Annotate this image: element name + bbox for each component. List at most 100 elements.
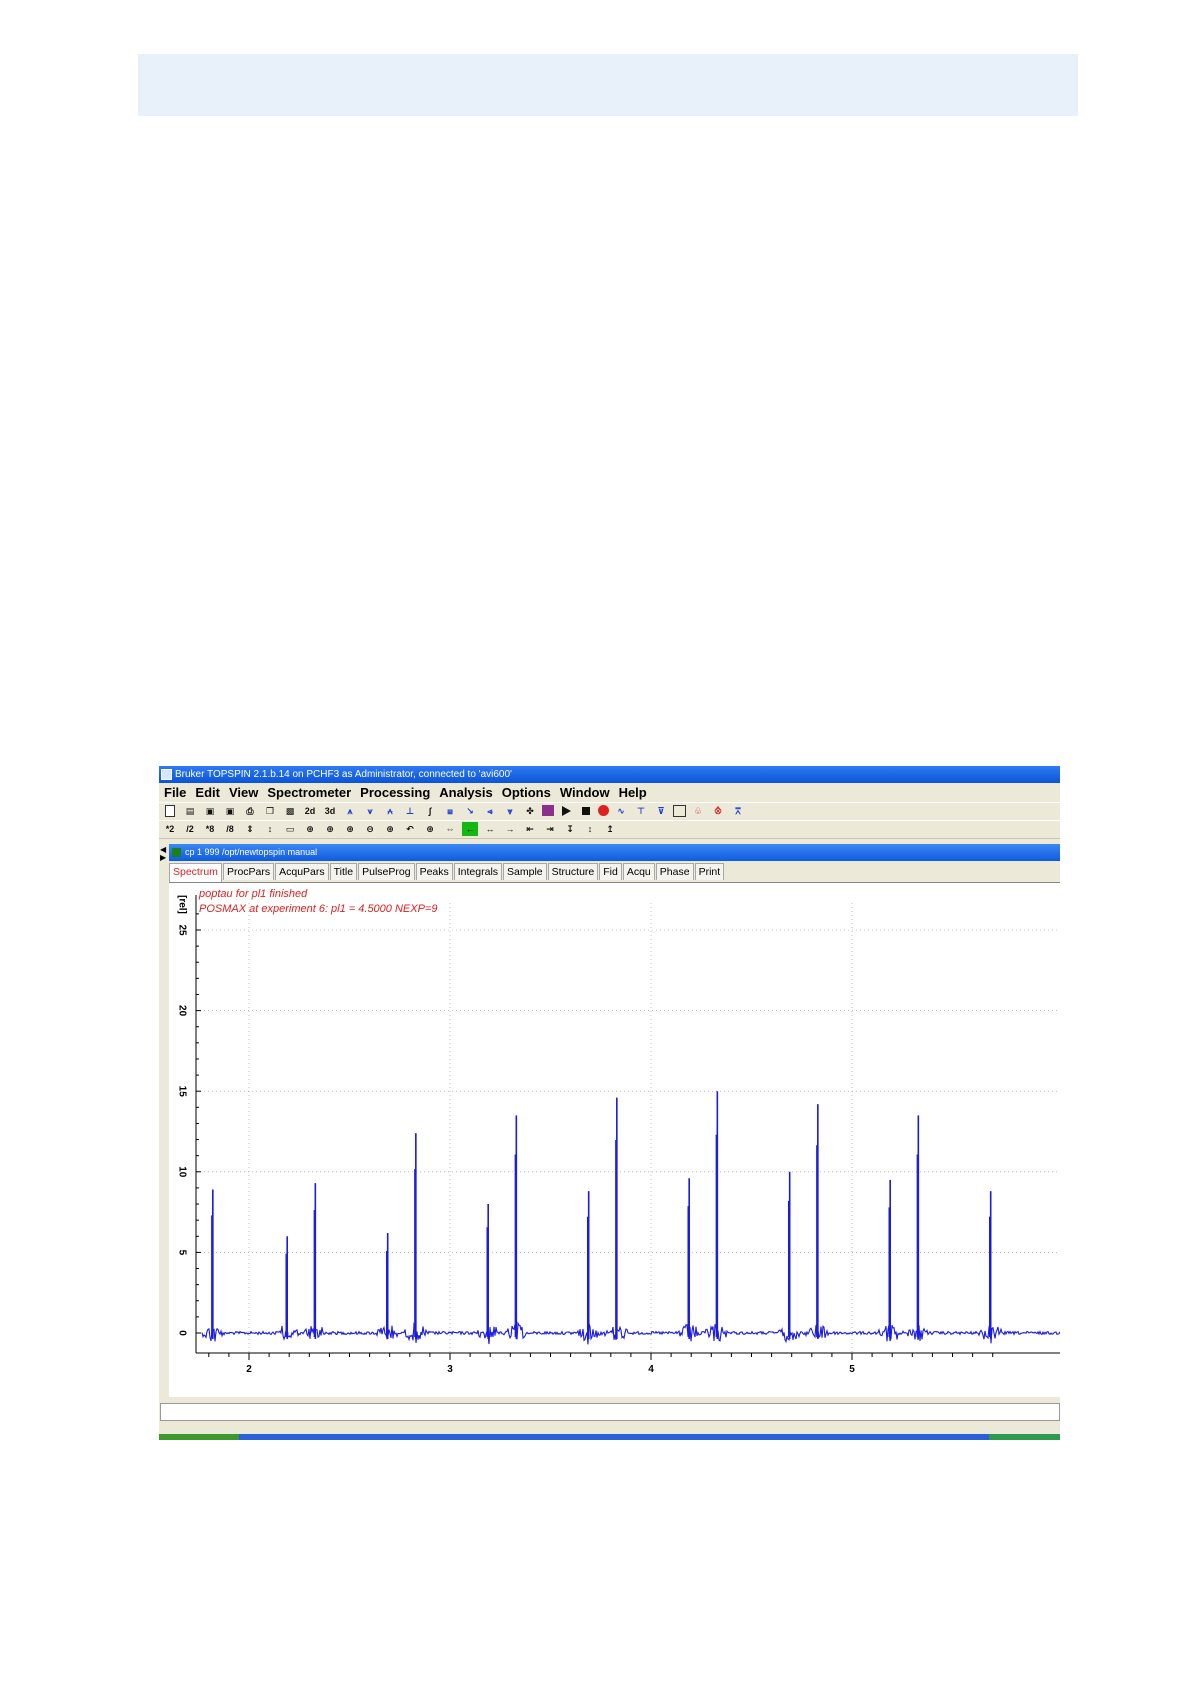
peak-overlay-icon[interactable]: ⩔ — [502, 804, 518, 818]
3d-button[interactable]: 3d — [322, 804, 338, 818]
calibrate-icon[interactable]: ⩜ — [382, 804, 398, 818]
display-tool-6-icon[interactable]: ↕ — [262, 822, 278, 836]
tab-phase[interactable]: Phase — [655, 863, 694, 880]
status-bar — [160, 1403, 1060, 1421]
display-tool-12-icon[interactable]: ⊕ — [382, 822, 398, 836]
display-tool-13-icon[interactable]: ↶ — [402, 822, 418, 836]
tab-structure[interactable]: Structure — [547, 863, 599, 880]
display-tool-21-icon[interactable]: ↧ — [562, 822, 578, 836]
copy-icon[interactable]: ❐ — [262, 804, 278, 818]
display-tool-4-icon[interactable]: /8 — [222, 822, 238, 836]
y-tick-label: 0 — [176, 1330, 187, 1336]
tab-acqu[interactable]: Acqu — [622, 863, 655, 880]
export-icon[interactable]: ▩ — [282, 804, 298, 818]
temperature-icon[interactable]: ⨶ — [710, 804, 726, 818]
display-tool-22-icon[interactable]: ↕ — [582, 822, 598, 836]
save-icon[interactable]: ▣ — [202, 804, 218, 818]
display-tool-23-icon[interactable]: ↥ — [602, 822, 618, 836]
taskbar-strip — [159, 1434, 1060, 1440]
peak-pick-icon[interactable]: ⊥ — [402, 804, 418, 818]
print-icon[interactable]: ⎙ — [242, 804, 258, 818]
display-tool-20-icon[interactable]: ⇥ — [542, 822, 558, 836]
deconvolution-icon[interactable]: ↘ — [462, 804, 478, 818]
tab-integrals[interactable]: Integrals — [453, 863, 503, 880]
play-icon[interactable] — [562, 806, 571, 816]
display-tool-18-icon[interactable]: → — [502, 822, 518, 836]
multiplet-icon[interactable]: ⩏ — [442, 804, 458, 818]
y-axis-label: [rel] — [176, 895, 187, 914]
integrate-icon[interactable]: ∫ — [422, 804, 438, 818]
tab-peaks[interactable]: Peaks — [415, 863, 453, 880]
display-tool-9-icon[interactable]: ⊕ — [322, 822, 338, 836]
window-icon[interactable] — [673, 805, 686, 817]
menu-file[interactable]: File — [164, 785, 186, 800]
cluster-icon[interactable]: ⩞ — [730, 804, 746, 818]
stop-icon[interactable] — [582, 807, 590, 815]
phase-icon[interactable]: ⩚ — [342, 804, 358, 818]
shim-icon[interactable]: ⊽ — [653, 804, 669, 818]
display-tool-15-icon[interactable]: ⇔ — [442, 822, 458, 836]
display-tool-19-icon[interactable]: ⇤ — [522, 822, 538, 836]
display-tool-5-icon[interactable]: ⇕ — [242, 822, 258, 836]
display-tool-2-icon[interactable]: /2 — [182, 822, 198, 836]
spinner-icon[interactable]: ♧ — [690, 804, 706, 818]
multiple-display-icon[interactable]: ⩹ — [482, 804, 498, 818]
dataset-title: cp 1 999 /opt/newtopspin manual — [185, 847, 318, 857]
menu-spectrometer[interactable]: Spectrometer — [267, 785, 351, 800]
display-tool-7-icon[interactable]: ▭ — [282, 822, 298, 836]
tab-print[interactable]: Print — [694, 863, 725, 880]
menu-view[interactable]: View — [229, 785, 258, 800]
menu-options[interactable]: Options — [502, 785, 551, 800]
y-tick-label: 25 — [176, 924, 187, 936]
open-icon[interactable]: ▤ — [182, 804, 198, 818]
dataset-tabs: Spectrum ProcPars AcquPars Title PulseProg Pe… — [169, 863, 1060, 882]
tab-title[interactable]: Title — [329, 863, 358, 880]
save-as-icon[interactable]: ▣ — [222, 804, 238, 818]
peak-markers — [211, 1091, 992, 1339]
acquisition-icon[interactable] — [542, 805, 554, 816]
tab-spectrum[interactable]: Spectrum — [169, 863, 222, 882]
baseline-icon[interactable]: ⩛ — [362, 804, 378, 818]
tab-procpars[interactable]: ProcPars — [222, 863, 275, 880]
y-axis-ticks: 0 5 10 15 20 25 — [176, 913, 201, 1336]
menu-window[interactable]: Window — [560, 785, 610, 800]
x-tick-label: 2 — [246, 1364, 252, 1375]
display-toolbar: *2/2 *8/8 ⇕ ↕ ▭ ⊕ ⊕ ⊕ ⊖ ⊕ ↶ ⊕ ⇔ ← ↔ → ⇤ ⇥ ↧ ↕ ↥ — [159, 820, 1060, 839]
menu-bar: File Edit View Spectrometer Processing Analys… — [159, 783, 1060, 802]
lock-icon[interactable]: ⊤ — [633, 804, 649, 818]
spectrum-trace — [201, 1321, 1060, 1345]
tab-fid[interactable]: Fid — [599, 863, 622, 880]
window-titlebar[interactable]: Bruker TOPSPIN 2.1.b.14 on PCHF3 as Admi… — [159, 766, 1060, 783]
display-tool-14-icon[interactable]: ⊕ — [422, 822, 438, 836]
panel-collapse-arrows-icon[interactable]: ◀ ▶ — [160, 846, 168, 862]
x-tick-label: 3 — [447, 1364, 453, 1375]
y-tick-label: 5 — [176, 1250, 187, 1256]
x-axis-ticks: 2 3 4 5 — [208, 1353, 994, 1375]
display-tool-1-icon[interactable]: *2 — [162, 822, 178, 836]
menu-help[interactable]: Help — [619, 785, 647, 800]
display-tool-16-icon[interactable]: ← — [462, 822, 478, 836]
display-tool-11-icon[interactable]: ⊖ — [362, 822, 378, 836]
display-tool-17-icon[interactable]: ↔ — [482, 822, 498, 836]
spectrum-chart[interactable]: 0 5 10 15 20 25 2 3 4 5 [rel] poptau for pl1 fin… — [169, 883, 1060, 1397]
halt-icon[interactable] — [598, 805, 609, 816]
menu-processing[interactable]: Processing — [360, 785, 430, 800]
fid-icon[interactable]: ∿ — [613, 804, 629, 818]
structure-icon[interactable]: ✤ — [522, 804, 538, 818]
tab-acqupars[interactable]: AcquPars — [275, 863, 329, 880]
x-tick-label: 5 — [849, 1364, 855, 1375]
tab-sample[interactable]: Sample — [503, 863, 547, 880]
display-tool-10-icon[interactable]: ⊕ — [342, 822, 358, 836]
display-tool-8-icon[interactable]: ⊕ — [302, 822, 318, 836]
menu-edit[interactable]: Edit — [195, 785, 220, 800]
dataset-icon — [172, 848, 181, 857]
y-tick-label: 10 — [176, 1166, 187, 1178]
tab-pulseprog[interactable]: PulseProg — [358, 863, 415, 880]
2d-button[interactable]: 2d — [302, 804, 318, 818]
dataset-window-titlebar[interactable]: cp 1 999 /opt/newtopspin manual — [169, 844, 1060, 861]
display-tool-3-icon[interactable]: *8 — [202, 822, 218, 836]
menu-analysis[interactable]: Analysis — [439, 785, 492, 800]
chart-grid — [200, 903, 1060, 1353]
new-icon[interactable] — [165, 805, 175, 817]
spectrum-plot-area[interactable]: 0 5 10 15 20 25 2 3 4 5 [rel] poptau for pl1 fin… — [169, 882, 1060, 1397]
